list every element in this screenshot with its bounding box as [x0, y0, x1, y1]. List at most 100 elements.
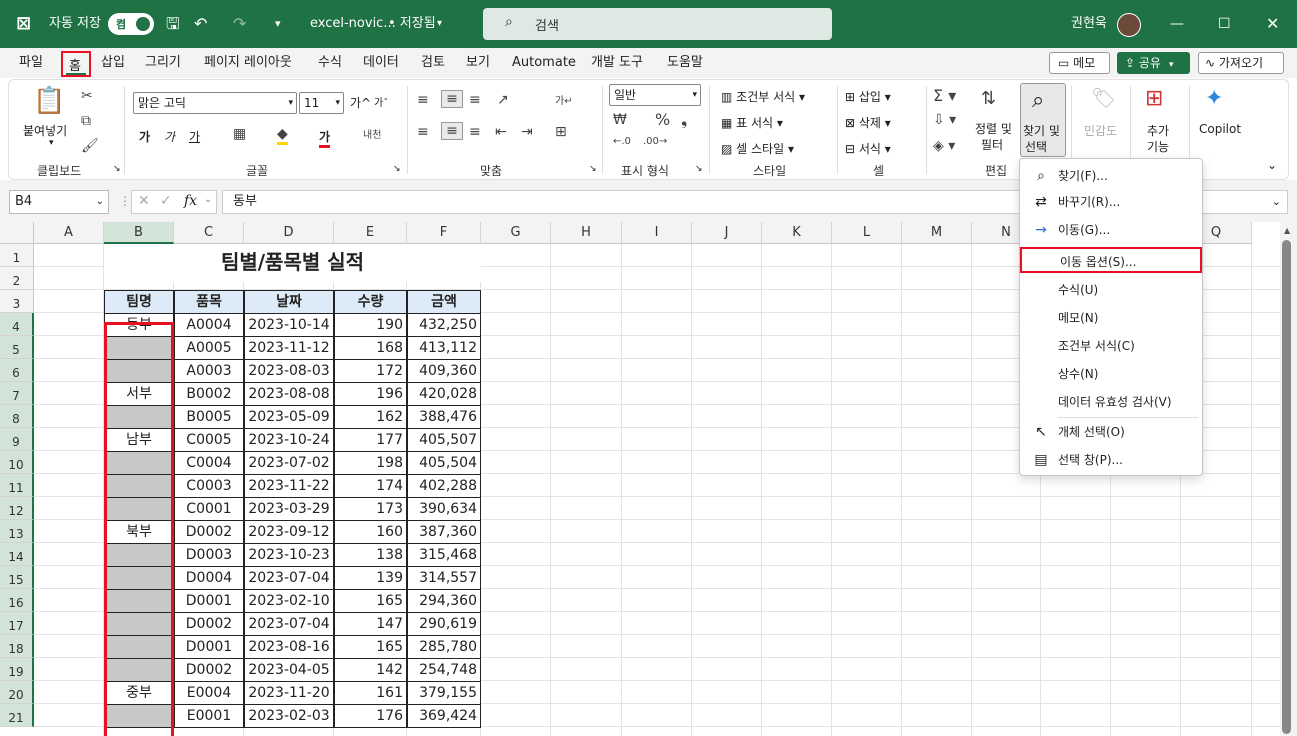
- table-cell[interactable]: 2023-02-10: [244, 589, 334, 613]
- maximize-icon[interactable]: ☐: [1218, 0, 1231, 48]
- table-cell[interactable]: 161: [334, 681, 407, 705]
- autosum-icon[interactable]: Σ ▾: [933, 86, 956, 105]
- table-cell[interactable]: C0003: [174, 474, 244, 498]
- table-cell[interactable]: B0005: [174, 405, 244, 429]
- table-header[interactable]: 수량: [334, 290, 407, 314]
- orientation-icon[interactable]: ↗: [497, 92, 509, 108]
- tab-help[interactable]: 도움말: [667, 48, 703, 78]
- menu-item[interactable]: ▤ 선택 창(P)...: [1020, 447, 1202, 473]
- column-header-j[interactable]: J: [692, 222, 762, 244]
- dialog-launcher-icon[interactable]: ↘: [589, 164, 597, 174]
- tab-formulas[interactable]: 수식: [318, 48, 342, 78]
- increase-decimal-icon[interactable]: ←.0: [613, 136, 631, 147]
- table-cell[interactable]: A0004: [174, 313, 244, 337]
- italic-button[interactable]: 가: [164, 128, 175, 145]
- table-cell[interactable]: 165: [334, 589, 407, 613]
- add-ins-label-2[interactable]: 기능: [1147, 138, 1169, 155]
- align-top-icon[interactable]: ≡: [417, 92, 429, 108]
- font-color-button[interactable]: 가: [319, 128, 331, 148]
- table-cell[interactable]: E0001: [174, 704, 244, 728]
- align-right-icon[interactable]: ≡: [469, 124, 481, 140]
- conditional-format-button[interactable]: ▥ 조건부 서식 ▾: [721, 88, 805, 105]
- minimize-icon[interactable]: —: [1170, 0, 1184, 48]
- chevron-down-icon[interactable]: ▾: [49, 138, 54, 148]
- table-cell[interactable]: 177: [334, 428, 407, 452]
- menu-item[interactable]: 메모(N): [1020, 305, 1202, 331]
- decrease-decimal-icon[interactable]: .00→: [643, 136, 667, 147]
- table-cell[interactable]: 314,557: [407, 566, 481, 590]
- row-header-9[interactable]: 9: [0, 428, 34, 451]
- table-cell[interactable]: 2023-11-20: [244, 681, 334, 705]
- table-cell[interactable]: 369,424: [407, 704, 481, 728]
- row-header-2[interactable]: 2: [0, 267, 34, 290]
- row-header-16[interactable]: 16: [0, 589, 34, 612]
- row-header-11[interactable]: 11: [0, 474, 34, 497]
- table-cell[interactable]: 173: [334, 497, 407, 521]
- autosave-toggle[interactable]: 켬: [108, 13, 154, 35]
- tab-draw[interactable]: 그리기: [145, 48, 181, 78]
- copilot-label[interactable]: Copilot: [1199, 122, 1241, 136]
- table-cell[interactable]: 2023-07-02: [244, 451, 334, 475]
- table-cell[interactable]: 162: [334, 405, 407, 429]
- column-header-b[interactable]: B: [104, 222, 174, 244]
- table-cell[interactable]: 388,476: [407, 405, 481, 429]
- format-table-button[interactable]: ▦ 표 서식 ▾: [721, 114, 783, 131]
- dialog-launcher-icon[interactable]: ↘: [695, 164, 703, 174]
- table-cell[interactable]: E0004: [174, 681, 244, 705]
- share-button[interactable]: ⇪ 공유 ▾: [1117, 52, 1190, 74]
- table-cell[interactable]: 2023-08-03: [244, 359, 334, 383]
- table-cell[interactable]: 402,288: [407, 474, 481, 498]
- table-cell[interactable]: 176: [334, 704, 407, 728]
- expand-icon[interactable]: ⌄: [1272, 191, 1281, 213]
- percent-icon[interactable]: %: [655, 110, 670, 129]
- table-cell[interactable]: 2023-10-23: [244, 543, 334, 567]
- menu-item[interactable]: 이동 옵션(S)...: [1020, 247, 1202, 273]
- row-header-14[interactable]: 14: [0, 543, 34, 566]
- dialog-launcher-icon[interactable]: ↘: [113, 164, 121, 174]
- table-header[interactable]: 팀명: [104, 290, 174, 314]
- table-cell[interactable]: A0003: [174, 359, 244, 383]
- align-left-icon[interactable]: ≡: [417, 124, 429, 140]
- scroll-up-icon[interactable]: ▲: [1284, 226, 1290, 235]
- select-all-corner[interactable]: [0, 222, 34, 244]
- column-header-k[interactable]: K: [762, 222, 832, 244]
- menu-item[interactable]: 상수(N): [1020, 361, 1202, 387]
- row-header-1[interactable]: 1: [0, 244, 34, 267]
- table-cell[interactable]: 168: [334, 336, 407, 360]
- menu-item[interactable]: ⇄ 바꾸기(R)...: [1020, 189, 1202, 215]
- undo-icon[interactable]: ↶: [194, 0, 207, 48]
- tab-view[interactable]: 보기: [466, 48, 490, 78]
- column-header-a[interactable]: A: [34, 222, 104, 244]
- table-cell[interactable]: 165: [334, 635, 407, 659]
- table-cell[interactable]: 2023-10-24: [244, 428, 334, 452]
- tab-page-layout[interactable]: 페이지 레이아웃: [204, 48, 292, 78]
- increase-indent-icon[interactable]: ⇥: [521, 124, 533, 140]
- row-header-3[interactable]: 3: [0, 290, 34, 313]
- column-header-f[interactable]: F: [407, 222, 481, 244]
- column-header-e[interactable]: E: [334, 222, 407, 244]
- table-cell[interactable]: 294,360: [407, 589, 481, 613]
- table-header[interactable]: 날짜: [244, 290, 334, 314]
- table-cell[interactable]: B0002: [174, 382, 244, 406]
- number-format-combo[interactable]: 일반 ▾: [609, 84, 701, 106]
- dialog-launcher-icon[interactable]: ↘: [393, 164, 401, 174]
- sort-filter-label-2[interactable]: 필터: [981, 136, 1003, 153]
- name-box[interactable]: B4 ⌄: [9, 190, 109, 214]
- font-name-combo[interactable]: 맑은 고딕 ▾: [133, 92, 297, 114]
- shrink-font-button[interactable]: 가ˇ: [374, 94, 388, 109]
- font-size-combo[interactable]: 11 ▾: [299, 92, 344, 114]
- table-cell[interactable]: C0005: [174, 428, 244, 452]
- column-header-c[interactable]: C: [174, 222, 244, 244]
- vertical-scrollbar[interactable]: ▲: [1280, 222, 1297, 736]
- table-cell[interactable]: 138: [334, 543, 407, 567]
- table-cell[interactable]: 2023-10-14: [244, 313, 334, 337]
- save-status[interactable]: • 저장됨: [388, 0, 436, 48]
- column-header-h[interactable]: H: [551, 222, 622, 244]
- user-name[interactable]: 권현욱: [1071, 0, 1107, 48]
- menu-item[interactable]: → 이동(G)...: [1020, 217, 1202, 243]
- table-cell[interactable]: 2023-08-08: [244, 382, 334, 406]
- row-header-15[interactable]: 15: [0, 566, 34, 589]
- sensitivity-label[interactable]: 민감도: [1084, 122, 1117, 139]
- row-header-18[interactable]: 18: [0, 635, 34, 658]
- column-header-m[interactable]: M: [902, 222, 972, 244]
